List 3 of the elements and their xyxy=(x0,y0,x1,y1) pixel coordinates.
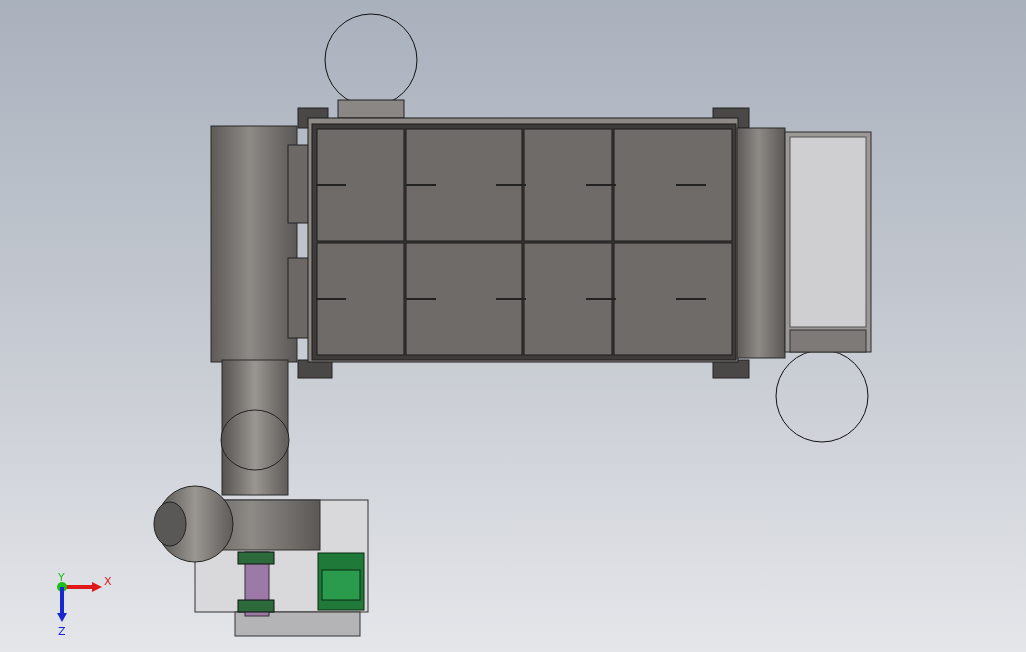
axis-label: Y xyxy=(58,571,65,584)
axis-label: Z xyxy=(58,625,66,638)
axis-label: X xyxy=(104,575,112,588)
